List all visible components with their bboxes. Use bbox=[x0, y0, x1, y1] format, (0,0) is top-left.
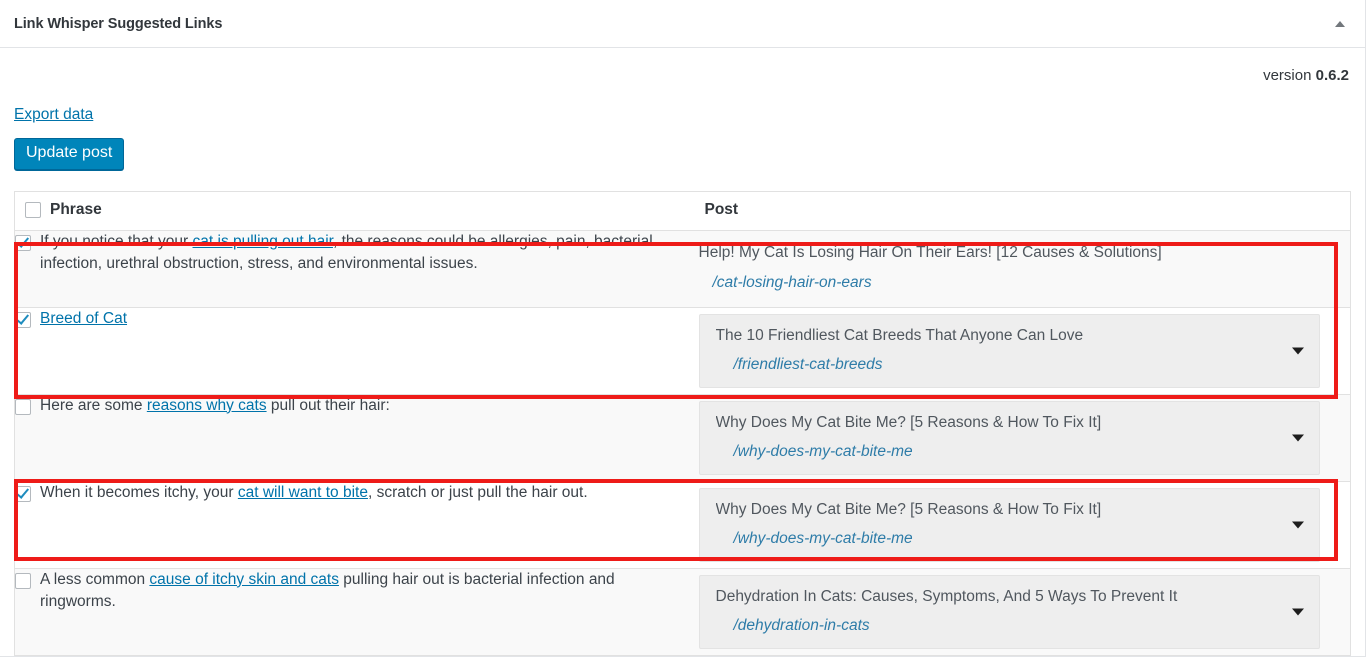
phrase-text: When it becomes itchy, your cat will wan… bbox=[40, 482, 588, 504]
page-title: Link Whisper Suggested Links bbox=[14, 15, 223, 32]
phrase-link[interactable]: Breed of Cat bbox=[40, 310, 127, 327]
post-cell: Dehydration In Cats: Causes, Symptoms, A… bbox=[694, 568, 1351, 656]
update-row: Update post bbox=[14, 124, 1351, 170]
phrase-link[interactable]: cause of itchy skin and cats bbox=[149, 571, 339, 588]
post-title: The 10 Friendliest Cat Breeds That Anyon… bbox=[715, 326, 1084, 344]
post-static-value: Help! My Cat Is Losing Hair On Their Ear… bbox=[695, 231, 1351, 307]
table-body: If you notice that your cat is pulling o… bbox=[14, 230, 1351, 656]
row-checkbox[interactable] bbox=[15, 398, 31, 415]
update-post-button[interactable]: Update post bbox=[14, 138, 125, 170]
post-cell: Why Does My Cat Bite Me? [5 Reasons & Ho… bbox=[694, 481, 1351, 569]
column-header-post: Post bbox=[694, 191, 1351, 231]
phrase-cell: A less common cause of itchy skin and ca… bbox=[14, 568, 695, 656]
panel-header: Link Whisper Suggested Links bbox=[0, 0, 1365, 48]
phrase-plain-text: A less common bbox=[40, 570, 150, 588]
post-slug: /cat-losing-hair-on-ears bbox=[712, 273, 872, 291]
table-row: Breed of Cat The 10 Friendliest Cat Breed… bbox=[14, 307, 1351, 395]
post-select-dropdown[interactable]: Why Does My Cat Bite Me? [5 Reasons & Ho… bbox=[698, 400, 1320, 475]
chevron-up-glyph bbox=[1335, 20, 1345, 27]
chevron-down-icon[interactable] bbox=[1292, 434, 1304, 442]
column-header-post-label: Post bbox=[704, 200, 739, 218]
chevron-down-icon[interactable] bbox=[1292, 521, 1304, 529]
phrase-plain-text: Here are some bbox=[40, 396, 147, 414]
chevron-down-icon[interactable] bbox=[1292, 347, 1304, 355]
post-slug: /friendliest-cat-breeds bbox=[733, 355, 883, 373]
phrase-link[interactable]: reasons why cats bbox=[147, 397, 267, 414]
phrase-cell: If you notice that your cat is pulling o… bbox=[14, 230, 695, 308]
phrase-link[interactable]: cat will want to bite bbox=[238, 484, 368, 501]
version-number: 0.6.2 bbox=[1315, 67, 1349, 84]
table-row: Here are some reasons why cats pull out … bbox=[14, 394, 1351, 482]
phrase-plain-text: , scratch or just pull the hair out. bbox=[367, 483, 588, 501]
suggested-links-table: Phrase Post If you notice that your cat … bbox=[14, 190, 1351, 656]
column-header-phrase: Phrase bbox=[14, 191, 695, 231]
table-head: Phrase Post bbox=[14, 191, 1351, 231]
phrase-cell: Breed of Cat bbox=[14, 307, 695, 395]
phrase-text: Breed of Cat bbox=[40, 308, 127, 330]
post-cell: Why Does My Cat Bite Me? [5 Reasons & Ho… bbox=[694, 394, 1351, 482]
post-slug: /why-does-my-cat-bite-me bbox=[733, 529, 913, 547]
version-label: version bbox=[1263, 67, 1312, 84]
post-select-dropdown[interactable]: The 10 Friendliest Cat Breeds That Anyon… bbox=[698, 313, 1320, 388]
post-slug: /why-does-my-cat-bite-me bbox=[733, 442, 913, 460]
phrase-cell: Here are some reasons why cats pull out … bbox=[14, 394, 695, 482]
row-checkbox[interactable] bbox=[15, 572, 31, 589]
chevron-up-icon[interactable] bbox=[1327, 11, 1353, 37]
select-all-checkbox[interactable] bbox=[25, 201, 41, 218]
post-select-dropdown[interactable]: Dehydration In Cats: Causes, Symptoms, A… bbox=[698, 574, 1320, 649]
chevron-down-icon[interactable] bbox=[1292, 608, 1304, 616]
column-header-phrase-label: Phrase bbox=[50, 200, 102, 218]
post-select-dropdown[interactable]: Why Does My Cat Bite Me? [5 Reasons & Ho… bbox=[698, 487, 1320, 562]
row-checkbox[interactable] bbox=[15, 485, 31, 502]
version-info: version 0.6.2 bbox=[14, 48, 1351, 89]
phrase-plain-text: pull out their hair: bbox=[266, 396, 390, 414]
post-title: Why Does My Cat Bite Me? [5 Reasons & Ho… bbox=[715, 500, 1102, 518]
phrase-text: If you notice that your cat is pulling o… bbox=[40, 231, 695, 275]
table-header-row: Phrase Post bbox=[14, 191, 1351, 231]
post-title: Dehydration In Cats: Causes, Symptoms, A… bbox=[715, 587, 1178, 605]
post-title: Why Does My Cat Bite Me? [5 Reasons & Ho… bbox=[715, 413, 1102, 431]
post-cell: Help! My Cat Is Losing Hair On Their Ear… bbox=[694, 230, 1351, 308]
export-row: Export data bbox=[14, 89, 1351, 124]
row-checkbox[interactable] bbox=[15, 234, 31, 251]
table-row: When it becomes itchy, your cat will wan… bbox=[14, 481, 1351, 569]
phrase-cell: When it becomes itchy, your cat will wan… bbox=[14, 481, 695, 569]
phrase-link[interactable]: cat is pulling out hair bbox=[193, 233, 333, 250]
row-checkbox[interactable] bbox=[15, 311, 31, 328]
table-row: If you notice that your cat is pulling o… bbox=[14, 230, 1351, 308]
phrase-plain-text: When it becomes itchy, your bbox=[40, 483, 238, 501]
phrase-plain-text: If you notice that your bbox=[40, 232, 193, 250]
post-slug: /dehydration-in-cats bbox=[733, 616, 870, 634]
phrase-text: A less common cause of itchy skin and ca… bbox=[40, 569, 695, 613]
phrase-text: Here are some reasons why cats pull out … bbox=[40, 395, 390, 417]
export-data-link[interactable]: Export data bbox=[14, 106, 93, 123]
post-title: Help! My Cat Is Losing Hair On Their Ear… bbox=[698, 243, 1162, 261]
table-row: A less common cause of itchy skin and ca… bbox=[14, 568, 1351, 656]
post-cell: The 10 Friendliest Cat Breeds That Anyon… bbox=[694, 307, 1351, 395]
panel-body: version 0.6.2 Export data Update post Ph… bbox=[0, 48, 1365, 656]
suggested-links-panel: Link Whisper Suggested Links version 0.6… bbox=[0, 0, 1366, 657]
